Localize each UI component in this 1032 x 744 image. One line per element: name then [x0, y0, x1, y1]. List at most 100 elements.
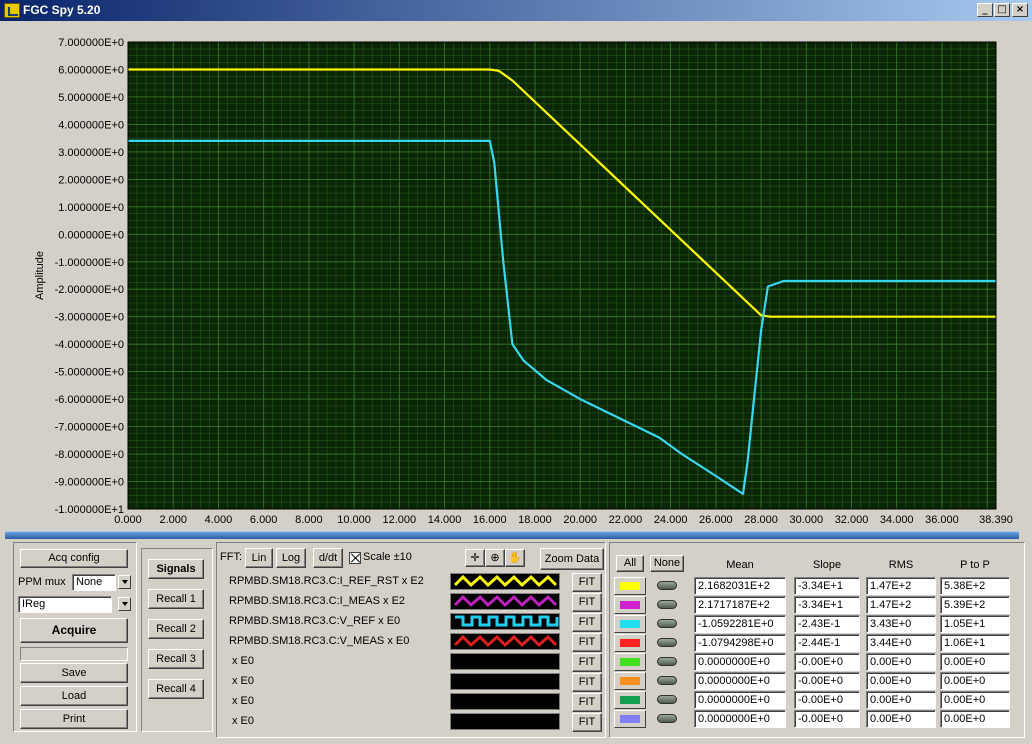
derivative-button[interactable]: d/dt: [313, 548, 343, 568]
series-color-button[interactable]: [614, 672, 646, 690]
close-button[interactable]: ×: [1012, 3, 1028, 17]
channel-wave-icon: [451, 714, 559, 729]
print-button[interactable]: Print: [20, 709, 128, 729]
fit-button[interactable]: FIT: [572, 653, 602, 672]
slope-value: -0.00E+0: [794, 691, 860, 709]
channel-style-swatch[interactable]: [450, 653, 560, 670]
y-tick-label: -1.000000E+0: [55, 257, 124, 269]
waveform-chart[interactable]: 7.000000E+0 6.000000E+0 5.000000E+0 4.00000…: [5, 25, 1027, 529]
series-color-button[interactable]: [614, 691, 646, 709]
graph-panel: 7.000000E+0 6.000000E+0 5.000000E+0 4.00000…: [5, 25, 1027, 529]
fft-lin-button[interactable]: Lin: [245, 548, 273, 568]
channel-label[interactable]: RPMBD.SM18.RC3.C:I_REF_RST x E2: [229, 575, 424, 587]
series-visibility-toggle[interactable]: [654, 597, 680, 613]
series-color-button[interactable]: [614, 653, 646, 671]
recall-3-button[interactable]: Recall 3: [148, 649, 204, 669]
series-color-button[interactable]: [614, 634, 646, 652]
channel-style-swatch[interactable]: [450, 573, 560, 590]
recall-4-button[interactable]: Recall 4: [148, 679, 204, 699]
fit-button[interactable]: FIT: [572, 573, 602, 592]
fit-button[interactable]: FIT: [572, 633, 602, 652]
series-visibility-toggle[interactable]: [654, 692, 680, 708]
x-tick-label: 10.000: [337, 514, 371, 526]
series-visibility-toggle[interactable]: [654, 635, 680, 651]
select-none-button[interactable]: None: [650, 555, 684, 572]
pan-hand-icon[interactable]: ✋: [505, 549, 525, 567]
series-visibility-toggle[interactable]: [654, 711, 680, 727]
channel-style-swatch[interactable]: [450, 593, 560, 610]
control-area: Acq config PPM mux None IReg Acquire Sav…: [5, 540, 1027, 740]
series-color-button[interactable]: [614, 577, 646, 595]
zoom-icon[interactable]: ⊕: [485, 549, 505, 567]
slope-header: Slope: [812, 559, 842, 571]
rms-value: 1.47E+2: [866, 596, 936, 614]
save-button[interactable]: Save: [20, 663, 128, 683]
channel-wave-icon: [451, 694, 559, 709]
channel-label[interactable]: RPMBD.SM18.RC3.C:V_REF x E0: [229, 615, 400, 627]
y-tick-label: 3.000000E+0: [58, 147, 124, 159]
series-visibility-toggle[interactable]: [654, 616, 680, 632]
channel-label[interactable]: x E0: [232, 675, 254, 687]
acq-config-button[interactable]: Acq config: [20, 549, 128, 568]
statistics-group: All None Mean Slope RMS P to P 2.1682031…: [609, 542, 1025, 738]
crosshair-icon[interactable]: ✛: [465, 549, 485, 567]
slope-value: -2.44E-1: [794, 634, 860, 652]
recall-2-button[interactable]: Recall 2: [148, 619, 204, 639]
fit-button[interactable]: FIT: [572, 593, 602, 612]
zoom-data-button[interactable]: Zoom Data: [540, 548, 604, 570]
source-field[interactable]: IReg: [18, 596, 112, 613]
channel-label[interactable]: x E0: [232, 695, 254, 707]
series-visibility-toggle[interactable]: [654, 578, 680, 594]
signals-button[interactable]: Signals: [148, 559, 204, 579]
splitter-bar[interactable]: [5, 531, 1019, 539]
scale-checkbox[interactable]: [349, 552, 361, 564]
source-dropdown-icon[interactable]: [118, 597, 131, 611]
channel-label[interactable]: RPMBD.SM18.RC3.C:V_MEAS x E0: [229, 635, 409, 647]
series-visibility-toggle[interactable]: [654, 654, 680, 670]
y-tick-label: -2.000000E+0: [55, 284, 124, 296]
channel-style-swatch[interactable]: [450, 673, 560, 690]
ppm-mux-dropdown-icon[interactable]: [118, 575, 131, 589]
channel-label[interactable]: RPMBD.SM18.RC3.C:I_MEAS x E2: [229, 595, 405, 607]
channel-wave-icon: [453, 574, 558, 588]
series-color-button[interactable]: [614, 615, 646, 633]
fit-button[interactable]: FIT: [572, 713, 602, 732]
fft-label: FFT:: [220, 551, 242, 563]
y-tick-label: 5.000000E+0: [58, 92, 124, 104]
channel-style-swatch[interactable]: [450, 713, 560, 730]
maximize-button[interactable]: □: [994, 3, 1010, 17]
series-color-button[interactable]: [614, 596, 646, 614]
fit-button[interactable]: FIT: [572, 613, 602, 632]
recall-1-button[interactable]: Recall 1: [148, 589, 204, 609]
x-tick-label: 6.000: [250, 514, 278, 526]
slope-value: -3.34E+1: [794, 596, 860, 614]
fit-button[interactable]: FIT: [572, 693, 602, 712]
series-color-button[interactable]: [614, 710, 646, 728]
fit-button[interactable]: FIT: [572, 673, 602, 692]
channel-style-swatch[interactable]: [450, 613, 560, 630]
ppm-mux-field[interactable]: None: [72, 574, 116, 591]
app-icon: [4, 3, 20, 18]
mean-value: 0.0000000E+0: [694, 710, 786, 728]
fft-log-button[interactable]: Log: [276, 548, 306, 568]
channel-label[interactable]: x E0: [232, 715, 254, 727]
x-tick-label: 34.000: [880, 514, 914, 526]
y-tick-label: -3.000000E+0: [55, 312, 124, 324]
channel-style-swatch[interactable]: [450, 693, 560, 710]
x-tick-label: 24.000: [654, 514, 688, 526]
minimize-button[interactable]: _: [977, 3, 993, 17]
series-visibility-toggle[interactable]: [654, 673, 680, 689]
acquire-button[interactable]: Acquire: [20, 618, 128, 643]
channel-style-swatch[interactable]: [450, 633, 560, 650]
load-button[interactable]: Load: [20, 686, 128, 706]
y-tick-label: 2.000000E+0: [58, 174, 124, 186]
channel-wave-icon: [455, 615, 559, 627]
p-to-p-header: P to P: [960, 559, 990, 571]
mean-value: 2.1682031E+2: [694, 577, 786, 595]
channel-label[interactable]: x E0: [232, 655, 254, 667]
rms-value: 0.00E+0: [866, 653, 936, 671]
x-tick-label: 22.000: [609, 514, 643, 526]
y-tick-label: 1.000000E+0: [58, 202, 124, 214]
select-all-button[interactable]: All: [616, 555, 644, 572]
mean-value: -1.0794298E+0: [694, 634, 786, 652]
